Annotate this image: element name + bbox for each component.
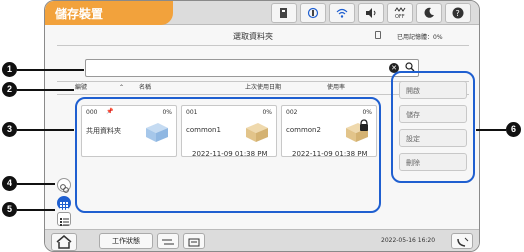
- settings-button[interactable]: 設定: [399, 129, 467, 147]
- folder-box-icon: [246, 123, 268, 142]
- page-title: 選取資料夾: [233, 32, 273, 41]
- folder-name: common1: [186, 126, 221, 134]
- delete-button[interactable]: 刪除: [399, 153, 467, 171]
- memory-icon: [375, 31, 381, 39]
- callout-2-leader: [17, 89, 74, 91]
- callout-1: 1: [2, 62, 17, 77]
- printer-icon-button[interactable]: [183, 233, 205, 249]
- folder-usage: 0%: [362, 109, 372, 116]
- save-button[interactable]: 儲存: [399, 105, 467, 123]
- callout-1-leader: [17, 69, 84, 71]
- callout-5-leader: [17, 209, 55, 211]
- home-button[interactable]: [51, 233, 77, 251]
- pin-icon: 📌: [106, 108, 114, 115]
- stop-icon-button[interactable]: [157, 233, 179, 249]
- phone-icon-button[interactable]: [451, 233, 473, 249]
- folder-date: 2022-11-09 01:38 PM: [192, 150, 268, 158]
- column-number[interactable]: 編號: [75, 82, 87, 94]
- svg-text:?: ?: [456, 9, 460, 18]
- sleep-icon[interactable]: [416, 3, 442, 23]
- app-title: 儲存裝置: [55, 7, 104, 21]
- folder-usage: 0%: [162, 109, 172, 116]
- locked-box-icon: [346, 119, 368, 142]
- shared-box-icon: [146, 123, 168, 142]
- folder-card-002[interactable]: 002 0% common2 2022-11-09 01:38 PM: [281, 105, 377, 158]
- ink-icon[interactable]: [300, 3, 326, 23]
- column-usage[interactable]: 使用率: [327, 82, 345, 94]
- folder-card-001[interactable]: 001 0% common1 2022-11-09 01:38 PM: [181, 105, 277, 158]
- shared-folder-toggle[interactable]: [57, 178, 71, 193]
- title-tab: 儲存裝置: [45, 1, 173, 25]
- callout-4-leader: [17, 183, 55, 185]
- list-view-button[interactable]: [57, 212, 71, 226]
- folder-card-000[interactable]: 000 📌 0% 共用資料夾: [81, 105, 177, 157]
- callout-6-leader: [476, 129, 506, 131]
- folder-date: 2022-11-09 01:38 PM: [292, 150, 368, 158]
- open-button[interactable]: 開啟: [399, 81, 467, 99]
- datetime: 2022-05-16 16:20: [381, 237, 436, 244]
- callout-3: 3: [2, 122, 17, 137]
- callout-2: 2: [2, 82, 17, 97]
- callout-6: 6: [506, 122, 521, 137]
- callout-5: 5: [2, 202, 17, 217]
- storage-screen: 儲存裝置 OFF ? 選取資料夾 已用記憶體：0% ✕ 編號 ⌃ 名稱 上次使用…: [44, 0, 480, 252]
- wifi-direct-off-icon[interactable]: OFF: [387, 3, 413, 23]
- wifi-direct-off-label: OFF: [395, 14, 405, 20]
- folder-number: 002: [286, 109, 298, 116]
- folder-name: common2: [286, 126, 321, 134]
- divider: [57, 45, 469, 46]
- folder-number: 001: [186, 109, 198, 116]
- folder-usage: 0%: [262, 109, 272, 116]
- help-icon[interactable]: ?: [445, 3, 471, 23]
- wifi-icon[interactable]: [329, 3, 355, 23]
- status-icons: OFF ?: [271, 3, 471, 23]
- search-input[interactable]: [85, 59, 419, 77]
- folder-number: 000: [86, 109, 98, 116]
- memory-used: 已用記憶體：0%: [397, 34, 443, 41]
- grid-view-button[interactable]: [57, 196, 71, 210]
- column-last-used[interactable]: 上次使用日期: [245, 82, 281, 94]
- callout-3-leader: [17, 129, 74, 131]
- top-bar: 儲存裝置 OFF ?: [45, 1, 479, 25]
- volume-icon[interactable]: [358, 3, 384, 23]
- column-name[interactable]: 名稱: [139, 82, 151, 94]
- folder-name: 共用資料夾: [86, 127, 121, 135]
- job-status-button[interactable]: 工作狀態: [99, 233, 153, 249]
- callout-4: 4: [2, 176, 17, 191]
- storage-icon[interactable]: [271, 3, 297, 23]
- sort-arrow-icon[interactable]: ⌃: [119, 82, 124, 94]
